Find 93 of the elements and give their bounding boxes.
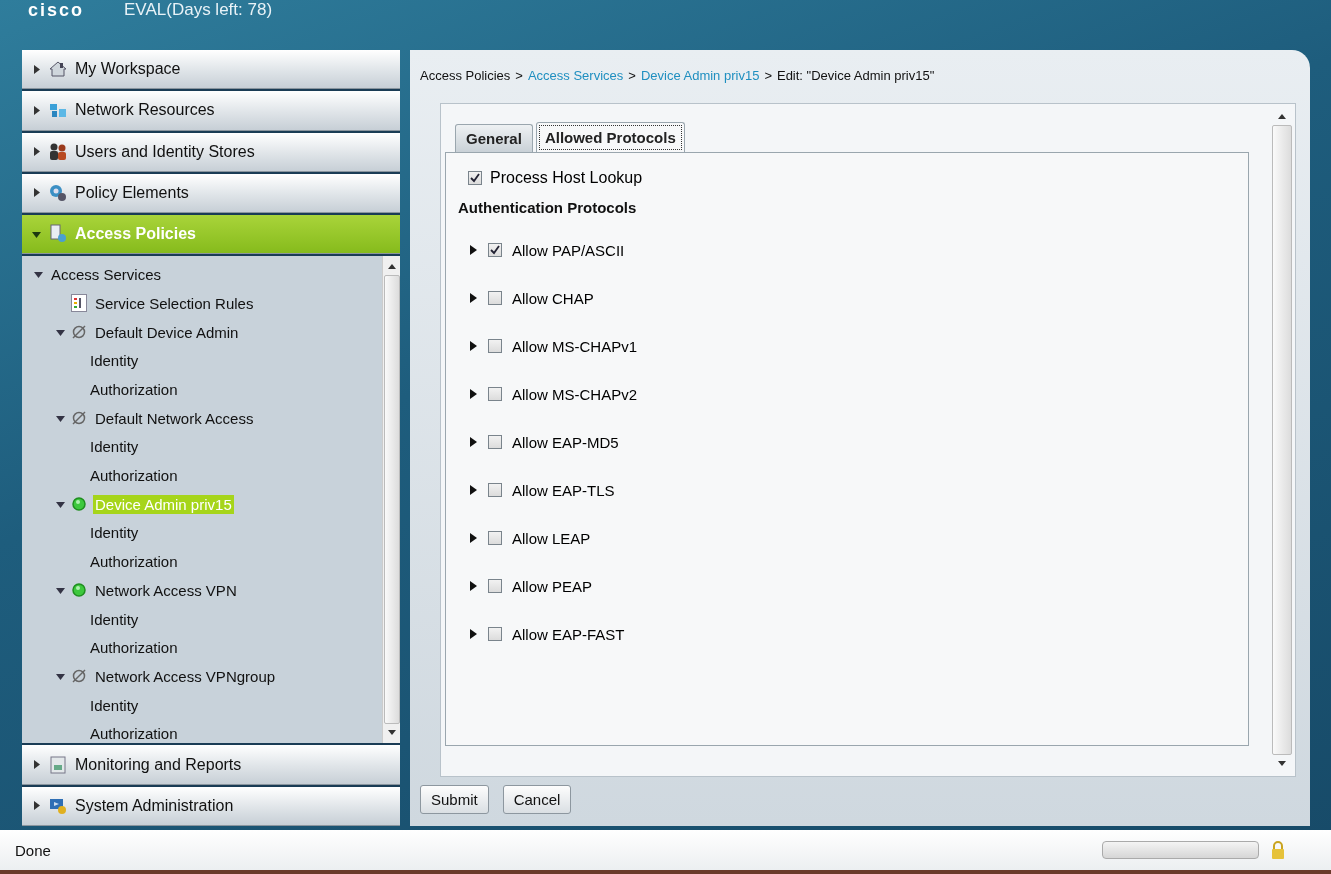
checkbox[interactable]: [488, 579, 502, 593]
collapse-arrow-icon[interactable]: [56, 499, 65, 509]
active-status-icon: [71, 496, 87, 513]
checkbox[interactable]: [488, 483, 502, 497]
tree-item[interactable]: Identity: [88, 351, 141, 371]
accordion-header[interactable]: My Workspace: [22, 50, 400, 90]
checkbox-label: Allow PAP/ASCII: [512, 241, 625, 259]
checkbox-label: Allow LEAP: [512, 529, 591, 547]
expand-arrow-icon[interactable]: [468, 437, 478, 447]
tree-item[interactable]: Identity: [88, 437, 141, 457]
breadcrumb-separator: >: [628, 67, 636, 83]
status-text: Done: [15, 841, 52, 859]
checkbox[interactable]: [488, 387, 502, 401]
checkbox[interactable]: [488, 435, 502, 449]
people-icon: [48, 141, 68, 162]
checkbox-label: Allow MS-CHAPv2: [512, 385, 638, 403]
checkbox[interactable]: [488, 243, 502, 257]
expand-arrow-icon[interactable]: [468, 485, 478, 495]
expand-arrow-icon[interactable]: [468, 293, 478, 303]
checkbox-label: Allow EAP-FAST: [512, 625, 625, 643]
collapse-arrow-icon[interactable]: [56, 413, 65, 423]
submit-button[interactable]: Submit: [420, 785, 489, 814]
expand-arrow-icon[interactable]: [468, 533, 478, 543]
tree-item[interactable]: Default Network Access: [93, 408, 256, 428]
tree-item[interactable]: Authorization: [88, 724, 180, 744]
scroll-down-icon[interactable]: [1278, 761, 1286, 766]
checkbox-label: Allow EAP-MD5: [512, 433, 619, 451]
section-heading: Authentication Protocols: [458, 199, 638, 216]
active-status-icon: [71, 582, 87, 599]
checkbox-label: Allow EAP-TLS: [512, 481, 615, 499]
expand-arrow-icon[interactable]: [32, 147, 41, 157]
tab[interactable]: Allowed Protocols: [535, 122, 685, 153]
disabled-status-icon: [71, 668, 87, 685]
tree-item[interactable]: Service Selection Rules: [93, 293, 256, 313]
accordion-header[interactable]: Network Resources: [22, 91, 400, 131]
checkbox-label: Allow MS-CHAPv1: [512, 337, 638, 355]
checkbox-label: Allow PEAP: [512, 577, 593, 595]
tree-item[interactable]: Default Device Admin: [93, 322, 241, 342]
tree-item[interactable]: Identity: [88, 609, 141, 629]
expand-arrow-icon[interactable]: [32, 105, 41, 115]
breadcrumb-separator: >: [764, 67, 772, 83]
expand-arrow-icon[interactable]: [32, 801, 41, 811]
tree-item[interactable]: Identity: [88, 523, 141, 543]
logo: cisco: [28, 1, 85, 19]
expand-arrow-icon[interactable]: [32, 760, 41, 770]
tree-item[interactable]: Authorization: [88, 638, 180, 658]
checkbox-label: Process Host Lookup: [490, 169, 643, 187]
expand-arrow-icon[interactable]: [468, 389, 478, 399]
expand-arrow-icon[interactable]: [468, 341, 478, 351]
scroll-up-icon[interactable]: [1278, 114, 1286, 119]
checkbox[interactable]: [488, 339, 502, 353]
tree-item[interactable]: Network Access VPN: [93, 580, 239, 600]
checkbox[interactable]: [488, 627, 502, 641]
expand-arrow-icon[interactable]: [468, 581, 478, 591]
checkbox[interactable]: [488, 291, 502, 305]
tree-item[interactable]: Authorization: [88, 466, 180, 486]
checkbox[interactable]: [468, 171, 482, 185]
breadcrumb-text: Edit: "Device Admin priv15": [776, 67, 935, 83]
house-icon: [48, 59, 68, 80]
tab[interactable]: General: [455, 124, 533, 152]
collapse-arrow-icon[interactable]: [34, 270, 43, 280]
scroll-down-icon[interactable]: [387, 730, 396, 736]
expand-arrow-icon[interactable]: [468, 629, 478, 639]
checkbox-label: Allow CHAP: [512, 289, 594, 307]
breadcrumb-text: Access Policies: [420, 67, 511, 83]
collapse-arrow-icon[interactable]: [32, 229, 41, 239]
tree-item[interactable]: Authorization: [88, 380, 180, 399]
tree-item[interactable]: Network Access VPNgroup: [93, 666, 278, 686]
accordion-header[interactable]: Monitoring and Reports: [22, 745, 400, 785]
report-icon: [48, 754, 68, 775]
license-text: EVAL(Days left: 78): [124, 1, 273, 18]
rules-list-icon: [71, 294, 87, 313]
collapse-arrow-icon[interactable]: [56, 671, 65, 681]
expand-arrow-icon[interactable]: [468, 245, 478, 255]
scrollbar[interactable]: [382, 256, 400, 744]
expand-arrow-icon[interactable]: [32, 188, 41, 198]
accordion-header[interactable]: System Administration: [22, 786, 400, 826]
tree-item[interactable]: Identity: [88, 695, 141, 715]
cancel-button[interactable]: Cancel: [502, 785, 572, 814]
collapse-arrow-icon[interactable]: [56, 327, 65, 337]
document-icon: [48, 224, 68, 245]
accordion-header[interactable]: Users and Identity Stores: [22, 132, 400, 172]
disabled-status-icon: [71, 410, 87, 427]
tree-item[interactable]: Access Services: [49, 265, 164, 285]
accordion-header[interactable]: Policy Elements: [22, 173, 400, 214]
tree-item[interactable]: Authorization: [88, 552, 180, 572]
disabled-status-icon: [71, 324, 87, 341]
scroll-up-icon[interactable]: [387, 264, 396, 270]
checkbox[interactable]: [488, 531, 502, 545]
collapse-arrow-icon[interactable]: [56, 585, 65, 595]
lock-icon: [1271, 841, 1285, 859]
expand-arrow-icon[interactable]: [32, 64, 41, 74]
breadcrumb-separator: >: [515, 67, 523, 83]
